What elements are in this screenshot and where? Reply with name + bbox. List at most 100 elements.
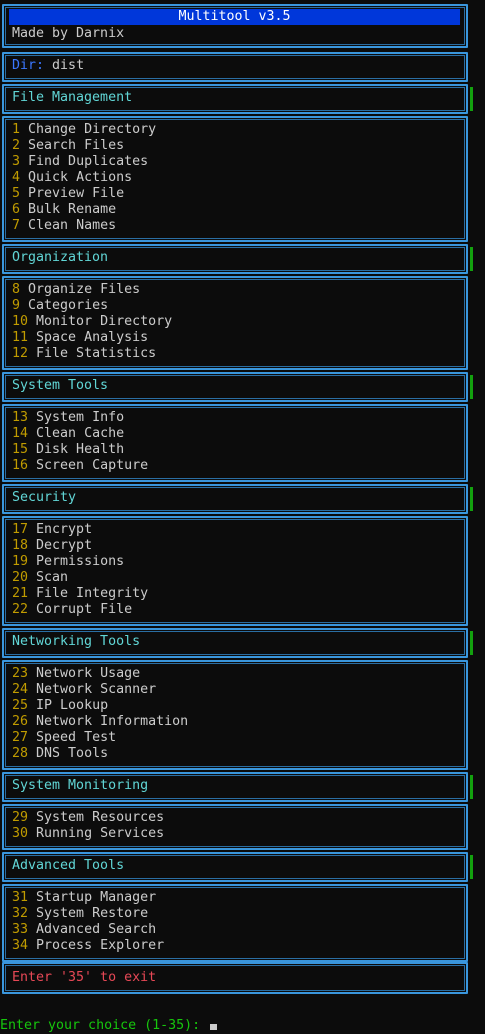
menu-item-label: System Restore <box>36 906 149 921</box>
text-cursor <box>210 1024 218 1030</box>
menu-item[interactable]: 3 Find Duplicates <box>12 154 148 170</box>
scroll-edge-marker <box>470 87 473 111</box>
menu-item-number: 21 <box>12 586 29 601</box>
menu-item-number: 29 <box>12 810 29 825</box>
menu-item[interactable]: 1 Change Directory <box>12 122 156 138</box>
menu-item-label: Network Usage <box>36 666 141 681</box>
menu-item-number: 28 <box>12 746 29 761</box>
menu-item[interactable]: 23 Network Usage <box>12 666 140 682</box>
prompt-label: Enter your choice (1-35): <box>0 1018 209 1033</box>
menu-item-number: 26 <box>12 714 29 729</box>
section-title: System Tools <box>12 378 109 393</box>
section-title: File Management <box>12 90 133 105</box>
choice-prompt[interactable]: Enter your choice (1-35): <box>0 1018 218 1034</box>
menu-item-number: 18 <box>12 538 29 553</box>
menu-item-number: 23 <box>12 666 29 681</box>
menu-item-label: Monitor Directory <box>36 314 173 329</box>
author-label: Made by Darnix <box>12 26 125 41</box>
menu-item-number: 25 <box>12 698 29 713</box>
menu-item[interactable]: 17 Encrypt <box>12 522 92 538</box>
menu-item-number: 20 <box>12 570 29 585</box>
menu-item-number: 9 <box>12 298 21 313</box>
scroll-edge-marker <box>470 247 473 271</box>
menu-item-number: 22 <box>12 602 29 617</box>
menu-item-label: Speed Test <box>36 730 117 745</box>
menu-item[interactable]: 10 Monitor Directory <box>12 314 172 330</box>
menu-item-number: 3 <box>12 154 21 169</box>
menu-item-number: 15 <box>12 442 29 457</box>
app-title: Multitool v3.5 <box>9 9 460 25</box>
menu-item[interactable]: 16 Screen Capture <box>12 458 148 474</box>
menu-item-number: 16 <box>12 458 29 473</box>
menu-item-number: 12 <box>12 346 29 361</box>
menu-item[interactable]: 29 System Resources <box>12 810 164 826</box>
menu-item-label: Quick Actions <box>28 170 133 185</box>
menu-item-number: 30 <box>12 826 29 841</box>
section-title: Networking Tools <box>12 634 141 649</box>
menu-item-label: Startup Manager <box>36 890 157 905</box>
menu-item-number: 14 <box>12 426 29 441</box>
menu-item[interactable]: 8 Organize Files <box>12 282 140 298</box>
menu-item-number: 6 <box>12 202 21 217</box>
dir-line: Dir: dist <box>12 58 84 74</box>
menu-item[interactable]: 9 Categories <box>12 298 108 314</box>
menu-item[interactable]: 12 File Statistics <box>12 346 156 362</box>
menu-item-label: System Resources <box>36 810 165 825</box>
menu-item-label: Find Duplicates <box>28 154 149 169</box>
section-title: Advanced Tools <box>12 858 125 873</box>
menu-item-number: 33 <box>12 922 29 937</box>
menu-item[interactable]: 20 Scan <box>12 570 68 586</box>
menu-item[interactable]: 22 Corrupt File <box>12 602 132 618</box>
menu-item-number: 13 <box>12 410 29 425</box>
menu-item[interactable]: 6 Bulk Rename <box>12 202 116 218</box>
menu-item-label: Advanced Search <box>36 922 157 937</box>
menu-item-number: 7 <box>12 218 21 233</box>
menu-item[interactable]: 32 System Restore <box>12 906 148 922</box>
menu-item[interactable]: 5 Preview File <box>12 186 124 202</box>
menu-item-label: Preview File <box>28 186 125 201</box>
menu-item-number: 1 <box>12 122 21 137</box>
menu-item-label: System Info <box>36 410 125 425</box>
menu-item[interactable]: 30 Running Services <box>12 826 164 842</box>
menu-item-number: 10 <box>12 314 29 329</box>
menu-item-number: 2 <box>12 138 21 153</box>
menu-item[interactable]: 34 Process Explorer <box>12 938 164 954</box>
menu-item-label: Search Files <box>28 138 125 153</box>
menu-item-number: 4 <box>12 170 21 185</box>
menu-item[interactable]: 7 Clean Names <box>12 218 116 234</box>
menu-item-label: Decrypt <box>36 538 93 553</box>
menu-item-label: Clean Names <box>28 218 117 233</box>
menu-item[interactable]: 4 Quick Actions <box>12 170 132 186</box>
dir-label: Dir: <box>12 58 45 73</box>
menu-item-label: Network Information <box>36 714 189 729</box>
menu-item[interactable]: 25 IP Lookup <box>12 698 108 714</box>
menu-item-label: Process Explorer <box>36 938 165 953</box>
menu-item-label: Change Directory <box>28 122 157 137</box>
menu-item[interactable]: 28 DNS Tools <box>12 746 108 762</box>
menu-item-label: Space Analysis <box>36 330 149 345</box>
scroll-edge-marker <box>470 375 473 399</box>
menu-item[interactable]: 24 Network Scanner <box>12 682 156 698</box>
menu-item[interactable]: 19 Permissions <box>12 554 124 570</box>
scroll-edge-marker <box>470 487 473 511</box>
exit-hint: Enter '35' to exit <box>12 970 157 985</box>
menu-item-number: 17 <box>12 522 29 537</box>
menu-item-label: Disk Health <box>36 442 125 457</box>
menu-item[interactable]: 31 Startup Manager <box>12 890 156 906</box>
menu-item[interactable]: 15 Disk Health <box>12 442 124 458</box>
menu-item[interactable]: 26 Network Information <box>12 714 188 730</box>
menu-item[interactable]: 18 Decrypt <box>12 538 92 554</box>
menu-item-number: 34 <box>12 938 29 953</box>
menu-item[interactable]: 21 File Integrity <box>12 586 148 602</box>
menu-item[interactable]: 33 Advanced Search <box>12 922 156 938</box>
menu-item[interactable]: 27 Speed Test <box>12 730 116 746</box>
menu-item[interactable]: 11 Space Analysis <box>12 330 148 346</box>
scroll-edge-marker <box>470 855 473 879</box>
menu-item-number: 11 <box>12 330 29 345</box>
menu-item[interactable]: 13 System Info <box>12 410 124 426</box>
menu-item-label: Screen Capture <box>36 458 149 473</box>
menu-item-label: IP Lookup <box>36 698 109 713</box>
menu-item[interactable]: 2 Search Files <box>12 138 124 154</box>
menu-item-number: 31 <box>12 890 29 905</box>
menu-item[interactable]: 14 Clean Cache <box>12 426 124 442</box>
